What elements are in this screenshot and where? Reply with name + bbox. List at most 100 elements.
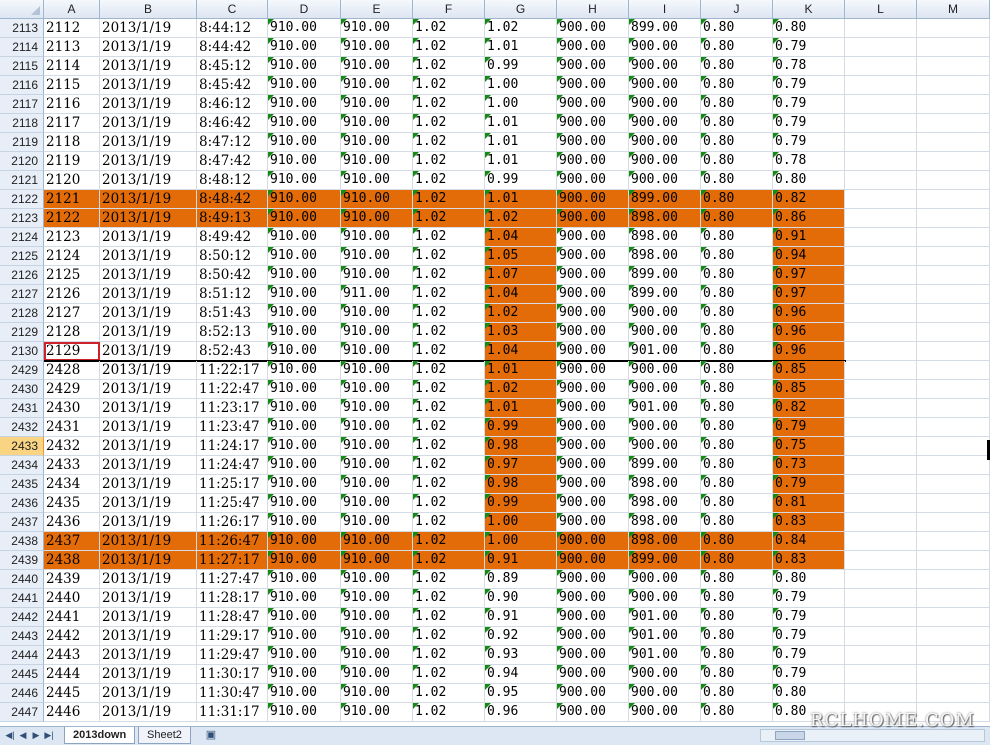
cell-l[interactable] <box>845 228 917 247</box>
cell-h[interactable]: 900.00 <box>557 570 629 589</box>
cell-g[interactable]: 1.04 <box>485 342 557 361</box>
row-header[interactable]: 2113 <box>0 19 44 38</box>
cell-a[interactable]: 2124 <box>44 247 100 266</box>
column-header-j[interactable]: J <box>701 0 773 19</box>
cell-l[interactable] <box>845 95 917 114</box>
cell-g[interactable]: 1.01 <box>485 399 557 418</box>
cell-b[interactable]: 2013/1/19 <box>100 361 197 380</box>
cell-d[interactable]: 910.00 <box>268 304 341 323</box>
cell-i[interactable]: 898.00 <box>629 209 701 228</box>
cell-d[interactable]: 910.00 <box>268 684 341 703</box>
cell-b[interactable]: 2013/1/19 <box>100 532 197 551</box>
cell-g[interactable]: 0.94 <box>485 665 557 684</box>
cell-e[interactable]: 910.00 <box>341 19 413 38</box>
cell-d[interactable]: 910.00 <box>268 399 341 418</box>
cell-c[interactable]: 11:28:47 <box>197 608 268 627</box>
sheet-tab-2013down[interactable]: 2013down <box>64 727 136 744</box>
row-header[interactable]: 2130 <box>0 342 44 361</box>
cell-g[interactable]: 0.93 <box>485 646 557 665</box>
cell-j[interactable]: 0.80 <box>701 95 773 114</box>
cell-c[interactable]: 11:25:47 <box>197 494 268 513</box>
cell-e[interactable]: 910.00 <box>341 342 413 361</box>
cell-m[interactable] <box>917 209 990 228</box>
cell-h[interactable]: 900.00 <box>557 608 629 627</box>
cell-b[interactable]: 2013/1/19 <box>100 152 197 171</box>
cell-d[interactable]: 910.00 <box>268 38 341 57</box>
cell-i[interactable]: 901.00 <box>629 342 701 361</box>
row-header[interactable]: 2129 <box>0 323 44 342</box>
cell-i[interactable]: 901.00 <box>629 627 701 646</box>
cell-j[interactable]: 0.80 <box>701 513 773 532</box>
cell-c[interactable]: 11:29:17 <box>197 627 268 646</box>
cell-k[interactable]: 0.86 <box>773 209 845 228</box>
cell-d[interactable]: 910.00 <box>268 627 341 646</box>
cell-f[interactable]: 1.02 <box>413 646 485 665</box>
row-header[interactable]: 2444 <box>0 646 44 665</box>
cell-i[interactable]: 901.00 <box>629 608 701 627</box>
cell-k[interactable]: 0.81 <box>773 494 845 513</box>
cell-i[interactable]: 900.00 <box>629 380 701 399</box>
cell-b[interactable]: 2013/1/19 <box>100 551 197 570</box>
cell-d[interactable]: 910.00 <box>268 95 341 114</box>
cell-m[interactable] <box>917 228 990 247</box>
cell-b[interactable]: 2013/1/19 <box>100 266 197 285</box>
cell-g[interactable]: 1.01 <box>485 114 557 133</box>
cell-j[interactable]: 0.80 <box>701 532 773 551</box>
cell-d[interactable]: 910.00 <box>268 19 341 38</box>
cell-h[interactable]: 900.00 <box>557 437 629 456</box>
cell-k[interactable]: 0.79 <box>773 95 845 114</box>
cell-j[interactable]: 0.80 <box>701 133 773 152</box>
cell-g[interactable]: 0.91 <box>485 608 557 627</box>
cell-g[interactable]: 0.89 <box>485 570 557 589</box>
cell-g[interactable]: 0.99 <box>485 57 557 76</box>
cell-f[interactable]: 1.02 <box>413 437 485 456</box>
cell-e[interactable]: 910.00 <box>341 589 413 608</box>
cell-h[interactable]: 900.00 <box>557 456 629 475</box>
cell-g[interactable]: 1.02 <box>485 304 557 323</box>
cell-k[interactable]: 0.78 <box>773 152 845 171</box>
cell-g[interactable]: 0.99 <box>485 418 557 437</box>
cell-h[interactable]: 900.00 <box>557 133 629 152</box>
row-header[interactable]: 2114 <box>0 38 44 57</box>
cell-k[interactable]: 0.79 <box>773 475 845 494</box>
cell-b[interactable]: 2013/1/19 <box>100 570 197 589</box>
cell-e[interactable]: 910.00 <box>341 437 413 456</box>
cell-i[interactable]: 900.00 <box>629 304 701 323</box>
cell-g[interactable]: 0.98 <box>485 437 557 456</box>
cell-l[interactable] <box>845 342 917 361</box>
cell-b[interactable]: 2013/1/19 <box>100 627 197 646</box>
cell-e[interactable]: 910.00 <box>341 361 413 380</box>
cell-m[interactable] <box>917 152 990 171</box>
cell-d[interactable]: 910.00 <box>268 570 341 589</box>
cell-l[interactable] <box>845 551 917 570</box>
row-header[interactable]: 2117 <box>0 95 44 114</box>
cell-l[interactable] <box>845 304 917 323</box>
cell-k[interactable]: 0.79 <box>773 418 845 437</box>
cell-g[interactable]: 0.96 <box>485 703 557 722</box>
column-header-e[interactable]: E <box>341 0 413 19</box>
cell-i[interactable]: 898.00 <box>629 228 701 247</box>
cell-b[interactable]: 2013/1/19 <box>100 380 197 399</box>
cell-f[interactable]: 1.02 <box>413 703 485 722</box>
cell-b[interactable]: 2013/1/19 <box>100 608 197 627</box>
new-sheet-icon[interactable]: ▣ <box>203 728 219 743</box>
cell-l[interactable] <box>845 209 917 228</box>
cell-c[interactable]: 8:46:42 <box>197 114 268 133</box>
cell-m[interactable] <box>917 399 990 418</box>
cell-m[interactable] <box>917 665 990 684</box>
scrollbar-thumb[interactable] <box>775 731 805 740</box>
cell-a[interactable]: 2445 <box>44 684 100 703</box>
cell-m[interactable] <box>917 114 990 133</box>
cell-c[interactable]: 11:29:47 <box>197 646 268 665</box>
cell-b[interactable]: 2013/1/19 <box>100 190 197 209</box>
cell-l[interactable] <box>845 646 917 665</box>
cell-d[interactable]: 910.00 <box>268 266 341 285</box>
cell-d[interactable]: 910.00 <box>268 551 341 570</box>
cell-j[interactable]: 0.80 <box>701 190 773 209</box>
cell-h[interactable]: 900.00 <box>557 684 629 703</box>
cell-f[interactable]: 1.02 <box>413 608 485 627</box>
cell-a[interactable]: 2122 <box>44 209 100 228</box>
row-header[interactable]: 2445 <box>0 665 44 684</box>
cell-j[interactable]: 0.80 <box>701 285 773 304</box>
cell-e[interactable]: 910.00 <box>341 57 413 76</box>
